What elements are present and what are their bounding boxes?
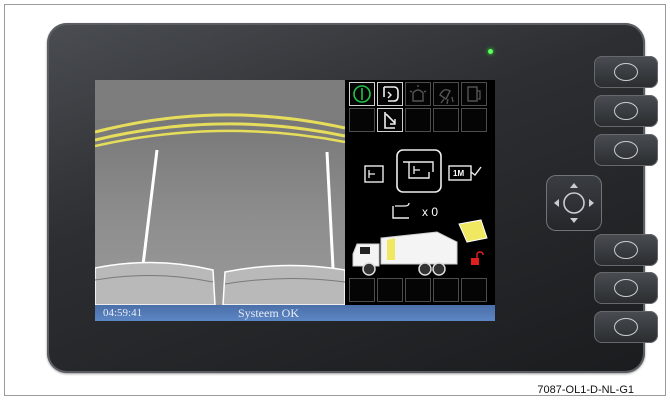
circle-icon: [614, 241, 638, 259]
circle-icon: [614, 63, 638, 81]
empty-slot: [461, 278, 487, 302]
side-button-4[interactable]: [560, 234, 658, 266]
status-message: Systeem OK: [238, 306, 299, 320]
beacon-light-icon[interactable]: [405, 82, 431, 106]
truck-graphic: [352, 219, 488, 276]
single-lift-left-icon: [364, 165, 384, 183]
navigation-pad[interactable]: [546, 175, 602, 231]
side-button-5[interactable]: [560, 272, 658, 304]
empty-slot: [433, 278, 459, 302]
mode-selector: [364, 149, 482, 193]
circle-icon: [614, 279, 638, 297]
status-bar: 04:59:41 Systeem OK: [95, 305, 495, 321]
camera-image: [95, 80, 345, 305]
lift-mode-icon[interactable]: [377, 82, 403, 106]
figure-caption: 7087-OL1-D-NL-G1: [537, 384, 634, 396]
empty-slot: [377, 278, 403, 302]
power-led: [488, 49, 493, 54]
empty-slot: [349, 278, 375, 302]
mode-label: 1M: [453, 169, 465, 178]
circle-icon: [614, 102, 638, 120]
side-button-6[interactable]: [560, 311, 658, 343]
display-screen: 1M x 0 04:59:41 Systeem OK: [95, 80, 495, 321]
rear-camera-view: [95, 80, 345, 305]
empty-slot: [461, 108, 487, 132]
unlocked-lock-icon: [471, 251, 484, 265]
fuel-icon[interactable]: [461, 82, 487, 106]
circle-icon: [614, 141, 638, 159]
side-button-3[interactable]: [560, 134, 658, 166]
empty-slot: [405, 108, 431, 132]
dpad-icon: [554, 183, 594, 223]
work-light-icon[interactable]: [433, 82, 459, 106]
power-status-icon[interactable]: [349, 82, 375, 106]
empty-slot: [405, 278, 431, 302]
side-button-2[interactable]: [560, 95, 658, 127]
circle-icon: [614, 318, 638, 336]
selected-mode-box: [396, 149, 442, 193]
status-time: 04:59:41: [103, 307, 143, 319]
empty-slot: [433, 108, 459, 132]
empty-slot: [349, 108, 375, 132]
control-panel: 1M x 0: [347, 80, 495, 305]
side-button-1[interactable]: [560, 56, 658, 88]
tipper-icon[interactable]: [377, 108, 403, 132]
dual-lift-icon: [403, 161, 434, 179]
